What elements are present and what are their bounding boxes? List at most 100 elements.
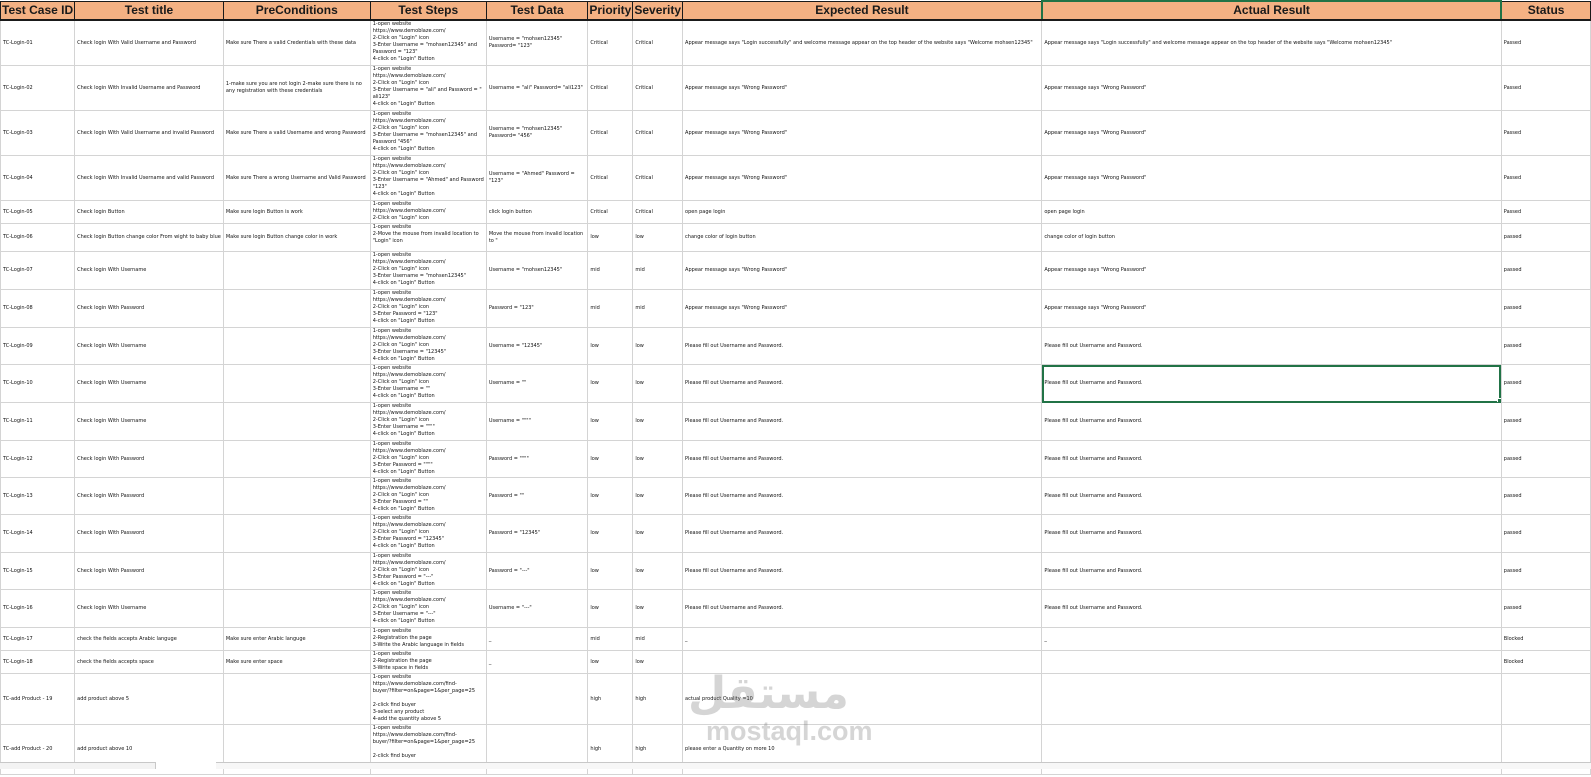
cell-status[interactable] [1500,673,1591,725]
cell-preconditions[interactable]: Make sure There a valid Username and wro… [222,110,371,156]
cell-preconditions[interactable] [222,552,371,590]
cell-actual-result[interactable]: Appear message says "Login successfully"… [1041,19,1502,66]
cell-test-case-id[interactable]: TC-Login-08 [0,289,76,328]
cell-expected-result[interactable]: actual product Quality =10 [682,673,1043,725]
cell-test-title[interactable]: check the fields accepts Arabic languge [74,627,224,651]
cell-priority[interactable]: Critical [587,155,634,201]
cell-actual-result[interactable]: Please fill out Username and Password. [1041,402,1502,441]
cell-test-case-id[interactable]: TC-Login-10 [0,364,76,403]
cell-test-title[interactable]: Check login With Password [74,514,224,553]
cell-expected-result[interactable]: Please fill out Username and Password. [682,364,1043,403]
cell-preconditions[interactable]: 1-make sure you are not login 2-make sur… [222,65,371,111]
cell-expected-result[interactable]: Appear message says "Wrong Password" [682,289,1043,328]
cell-test-steps[interactable]: 1-open website https://www.demoblaze.com/… [369,364,487,403]
cell-test-title[interactable]: Check login With Username [74,402,224,441]
cell-test-title[interactable]: Check login With Username [74,251,224,290]
cell-preconditions[interactable]: Make sure login Button is work [222,200,371,224]
cell-priority[interactable]: low [587,440,634,478]
cell-severity[interactable]: mid [632,289,684,328]
cell-severity[interactable]: low [632,650,684,674]
cell-priority[interactable]: mid [587,627,634,651]
cell-preconditions[interactable] [222,327,371,365]
cell-severity[interactable]: low [632,364,684,403]
cell-test-case-id[interactable]: TC-Login-06 [0,223,76,252]
cell-status[interactable]: passed [1500,289,1591,328]
cell-severity[interactable]: mid [632,251,684,290]
cell-severity[interactable]: low [632,477,684,515]
cell-priority[interactable]: Critical [587,19,634,66]
cell-priority[interactable]: low [587,552,634,590]
cell-preconditions[interactable] [222,402,371,441]
cell-test-case-id[interactable]: TC-Login-02 [0,65,76,111]
cell-priority[interactable]: low [587,514,634,553]
cell-actual-result[interactable]: Appear message says "Wrong Password" [1041,289,1502,328]
cell-preconditions[interactable] [222,440,371,478]
cell-expected-result[interactable]: change color of login button [682,223,1043,252]
cell-test-data[interactable]: _ [485,650,589,674]
cell-test-case-id[interactable]: TC-Login-11 [0,402,76,441]
cell-test-title[interactable]: Check login With Password [74,477,224,515]
cell-preconditions[interactable]: Make sure enter Arabic languge [222,627,371,651]
cell-test-steps[interactable]: 1-open website https://www.demoblaze.com/… [369,589,487,628]
cell-actual-result[interactable]: Please fill out Username and Password. [1041,589,1502,628]
cell-test-data[interactable]: Username = "mohsen12345" Password= "123" [485,19,589,66]
cell-priority[interactable]: Critical [587,200,634,224]
col-header-test-data[interactable]: Test Data [485,0,589,21]
cell-test-steps[interactable]: 1-open website https://www.demoblaze.com/… [369,251,487,290]
col-header-preconditions[interactable]: PreConditions [222,0,371,21]
cell-actual-result[interactable] [1041,673,1502,725]
cell-test-data[interactable]: Password = "12345" [485,514,589,553]
cell-actual-result[interactable]: Please fill out Username and Password. [1041,327,1502,365]
cell-priority[interactable]: low [587,223,634,252]
cell-expected-result[interactable]: Please fill out Username and Password. [682,327,1043,365]
cell-test-case-id[interactable]: TC-Login-14 [0,514,76,553]
cell-test-data[interactable]: Username = "mohsen12345" [485,251,589,290]
cell-expected-result[interactable]: Appear message says "Wrong Password" [682,65,1043,111]
cell-test-title[interactable]: Check login With Password [74,289,224,328]
cell-severity[interactable]: low [632,552,684,590]
cell-severity[interactable]: Critical [632,155,684,201]
col-header-actual-result[interactable]: Actual Result [1040,0,1503,21]
cell-test-title[interactable]: Check login With Username [74,364,224,403]
cell-expected-result[interactable]: open page login [682,200,1043,224]
cell-priority[interactable]: mid [587,251,634,290]
cell-test-title[interactable]: Check login With Username [74,589,224,628]
cell-preconditions[interactable] [222,289,371,328]
cell-test-title[interactable]: add product above 5 [74,673,224,725]
cell-preconditions[interactable]: Make sure There a wrong Username and Val… [222,155,371,201]
cell-actual-result[interactable]: Please fill out Username and Password. [1041,477,1502,515]
cell-actual-result[interactable]: Appear message says "Wrong Password" [1041,110,1502,156]
cell-test-steps[interactable]: 1-open website 2-Registration the page 3-W… [369,650,487,674]
cell-test-title[interactable]: Check login Button [74,200,224,224]
horizontal-scrollbar[interactable] [216,762,1591,769]
cell-test-steps[interactable]: 1-open website https://www.demoblaze.com/… [369,673,487,725]
cell-test-title[interactable]: Check login With Password [74,440,224,478]
cell-status[interactable]: Passed [1500,155,1591,201]
cell-test-case-id[interactable]: TC-Login-18 [0,650,76,674]
cell-priority[interactable]: high [587,673,634,725]
cell-test-steps[interactable]: 1-open website https://www.demoblaze.com/… [369,514,487,553]
cell-test-title[interactable]: Check login With Password [74,552,224,590]
cell-test-case-id[interactable]: TC-Login-16 [0,589,76,628]
cell-test-case-id[interactable]: TC-Login-17 [0,627,76,651]
cell-test-case-id[interactable]: TC-add Product - 19 [0,673,76,725]
cell-severity[interactable]: Critical [632,200,684,224]
cell-test-title[interactable]: check the fields accepts space [74,650,224,674]
cell-test-data[interactable]: Username = "ali" Password= "ali123" [485,65,589,111]
cell-test-title[interactable]: Check login With Username [74,327,224,365]
cell-test-data[interactable] [485,673,589,725]
cell-test-case-id[interactable]: TC-Login-03 [0,110,76,156]
cell-test-data[interactable]: Username = "12345" [485,327,589,365]
cell-test-case-id[interactable]: TC-Login-15 [0,552,76,590]
cell-severity[interactable]: low [632,589,684,628]
cell-preconditions[interactable] [222,477,371,515]
cell-severity[interactable]: low [632,402,684,441]
cell-test-case-id[interactable]: TC-Login-09 [0,327,76,365]
col-header-severity[interactable]: Severity [632,0,684,21]
cell-expected-result[interactable] [682,650,1043,674]
cell-test-steps[interactable]: 1-open website https://www.demoblaze.com/… [369,552,487,590]
cell-priority[interactable]: mid [587,289,634,328]
cell-test-title[interactable]: Check login With Valid Username and inva… [74,110,224,156]
cell-severity[interactable]: low [632,327,684,365]
cell-actual-result[interactable]: Please fill out Username and Password. [1041,364,1502,403]
